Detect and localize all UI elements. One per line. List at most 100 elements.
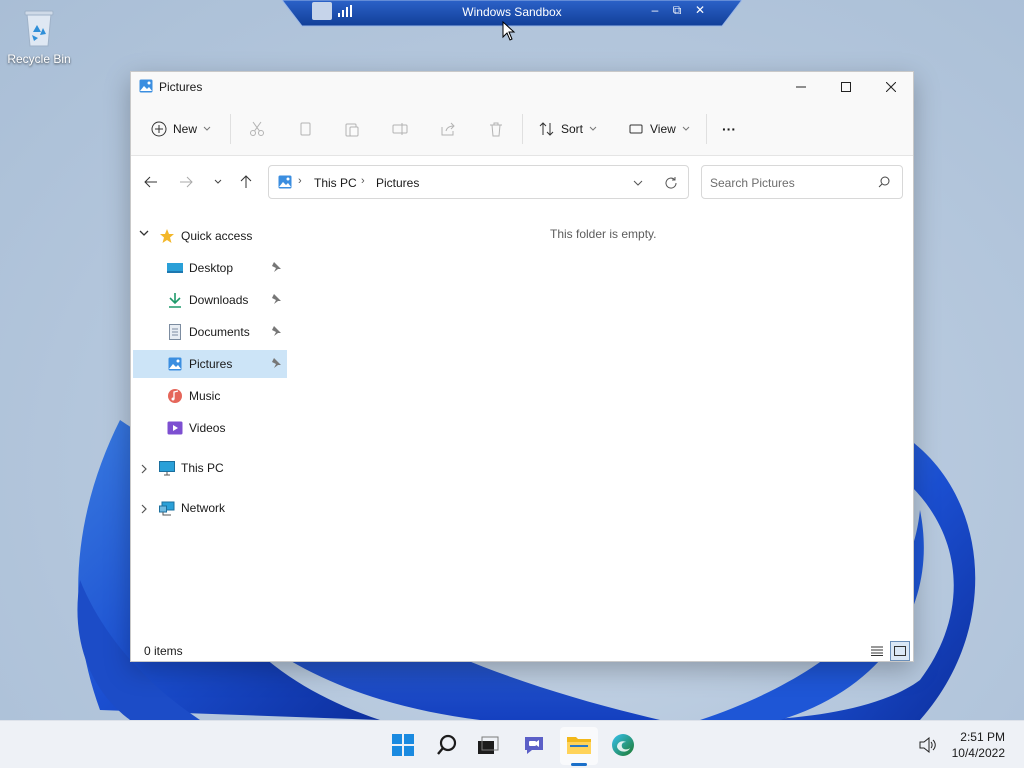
edge-button[interactable] <box>609 731 637 759</box>
close-icon <box>886 82 896 92</box>
nav-item-desktop[interactable]: Desktop <box>133 254 287 282</box>
nav-item-downloads[interactable]: Downloads <box>133 286 287 314</box>
details-view-button[interactable] <box>867 641 887 661</box>
nav-label: Desktop <box>189 261 234 275</box>
sandbox-minimize-button[interactable]: – <box>646 3 664 17</box>
share-icon <box>441 122 455 136</box>
nav-label: Downloads <box>189 293 249 307</box>
recent-locations-button[interactable] <box>207 171 229 193</box>
more-options-button[interactable]: ··· <box>722 114 736 144</box>
copy-icon <box>300 122 311 136</box>
navigation-pane: Quick access Desktop Downloads Documents <box>131 222 291 642</box>
network-expand-icon[interactable] <box>141 504 148 517</box>
nav-label: Videos <box>189 421 226 435</box>
recycle-bin-icon <box>24 10 54 47</box>
nav-network[interactable]: Network <box>159 494 289 522</box>
breadcrumb-separator[interactable]: › <box>361 175 365 187</box>
maximize-button[interactable] <box>823 72 869 102</box>
nav-item-music[interactable]: Music <box>133 382 287 410</box>
folder-icon <box>567 737 591 754</box>
task-view-icon <box>478 736 499 754</box>
sandbox-close-button[interactable]: ✕ <box>691 3 709 17</box>
arrow-up-icon <box>240 175 252 188</box>
minimize-button[interactable] <box>778 72 824 102</box>
network-icon <box>159 500 175 516</box>
refresh-icon[interactable] <box>664 176 678 190</box>
clock-date: 10/4/2022 <box>951 746 1005 760</box>
paste-button[interactable] <box>344 114 360 144</box>
nav-label: Documents <box>189 325 250 339</box>
clock[interactable]: 2:51 PM 10/4/2022 <box>952 729 1005 761</box>
chevron-down-icon <box>589 126 597 131</box>
address-row: › This PC › Pictures Search Pictures <box>131 157 913 205</box>
nav-quick-access[interactable]: Quick access <box>159 222 289 250</box>
back-button[interactable] <box>140 171 162 193</box>
copy-button[interactable] <box>297 114 313 144</box>
computer-icon <box>159 460 175 476</box>
recycle-bin[interactable]: Recycle Bin <box>4 8 74 78</box>
details-view-icon <box>871 646 883 656</box>
chat-button[interactable] <box>520 731 548 759</box>
large-icons-view-button[interactable] <box>890 641 910 661</box>
this-pc-expand-icon[interactable] <box>141 464 148 477</box>
windows-logo-icon <box>392 734 414 756</box>
nav-label: Pictures <box>189 357 233 371</box>
volume-icon[interactable] <box>919 737 937 753</box>
pin-icon <box>272 262 281 272</box>
cut-button[interactable] <box>249 114 265 144</box>
forward-button[interactable] <box>175 171 197 193</box>
search-box[interactable]: Search Pictures <box>701 165 903 199</box>
command-bar: New Sort View ··· <box>131 102 913 156</box>
pictures-folder-icon <box>139 79 153 93</box>
sort-button[interactable]: Sort <box>539 114 597 144</box>
search-button[interactable] <box>433 731 461 759</box>
minimize-icon <box>796 86 806 88</box>
address-bar[interactable]: › This PC › Pictures <box>268 165 689 199</box>
file-explorer-taskbar-button[interactable] <box>565 731 593 759</box>
rename-icon <box>392 123 408 135</box>
view-button[interactable]: View <box>628 114 690 144</box>
window-title-bar[interactable]: Pictures <box>131 72 913 102</box>
active-indicator <box>571 763 587 766</box>
breadcrumb-this-pc[interactable]: This PC <box>314 176 357 190</box>
delete-button[interactable] <box>488 114 504 144</box>
empty-folder-message: This folder is empty. <box>550 227 657 241</box>
delete-icon <box>490 122 502 137</box>
downloads-icon <box>167 292 183 308</box>
view-label: View <box>650 122 676 136</box>
share-button[interactable] <box>440 114 456 144</box>
star-icon <box>159 228 175 244</box>
pin-icon <box>272 358 281 368</box>
documents-icon <box>167 324 183 340</box>
nav-item-videos[interactable]: Videos <box>133 414 287 442</box>
status-bar: 0 items <box>131 640 913 662</box>
quick-access-expand-icon[interactable] <box>139 229 149 240</box>
close-button[interactable] <box>868 72 914 102</box>
chat-icon <box>525 737 543 754</box>
nav-item-documents[interactable]: Documents <box>133 318 287 346</box>
up-button[interactable] <box>235 171 257 193</box>
music-icon <box>167 388 183 404</box>
sandbox-restore-button[interactable]: ⧉ <box>668 3 686 18</box>
new-button[interactable]: New <box>151 114 211 144</box>
breadcrumb-pictures[interactable]: Pictures <box>376 176 419 190</box>
address-dropdown-icon[interactable] <box>633 180 643 186</box>
nav-item-pictures[interactable]: Pictures <box>133 350 287 378</box>
search-icon <box>437 734 457 755</box>
arrow-left-icon <box>144 176 157 188</box>
arrow-right-icon <box>180 176 193 188</box>
chevron-down-icon <box>682 126 690 131</box>
more-icon: ··· <box>722 121 736 137</box>
new-label: New <box>173 122 198 136</box>
recycle-bin-label: Recycle Bin <box>7 52 71 66</box>
task-view-button[interactable] <box>474 731 502 759</box>
taskbar: 2:51 PM 10/4/2022 <box>0 720 1024 768</box>
start-button[interactable] <box>389 731 417 759</box>
pin-icon <box>272 294 281 304</box>
desktop-icon <box>167 260 183 276</box>
pictures-icon <box>167 356 183 372</box>
mouse-cursor-icon <box>502 21 516 41</box>
rename-button[interactable] <box>392 114 408 144</box>
breadcrumb-separator[interactable]: › <box>298 175 302 187</box>
nav-this-pc[interactable]: This PC <box>159 454 289 482</box>
